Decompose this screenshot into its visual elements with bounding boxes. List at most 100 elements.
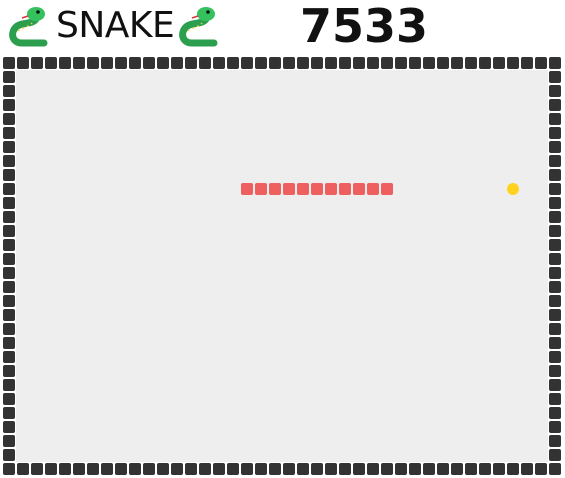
wall-block — [437, 57, 449, 69]
wall-block — [3, 309, 15, 321]
wall-block — [507, 463, 519, 475]
game-board[interactable] — [0, 54, 565, 478]
wall-block — [479, 463, 491, 475]
wall-block — [549, 127, 561, 139]
wall-block — [3, 99, 15, 111]
snake-icon — [179, 7, 218, 47]
wall-block — [87, 57, 99, 69]
wall-block — [129, 57, 141, 69]
header: SNAKE 7533 — [0, 0, 565, 52]
wall-block — [227, 463, 239, 475]
wall-block — [3, 155, 15, 167]
snake-segment — [367, 183, 379, 195]
wall-block — [549, 197, 561, 209]
wall-block — [549, 183, 561, 195]
wall-block — [549, 57, 561, 69]
wall-block — [549, 379, 561, 391]
wall-block — [535, 463, 547, 475]
wall-block — [3, 379, 15, 391]
wall-block — [549, 365, 561, 377]
wall-block — [3, 281, 15, 293]
wall-block — [241, 463, 253, 475]
wall-block — [17, 463, 29, 475]
wall-block — [3, 57, 15, 69]
wall-block — [311, 57, 323, 69]
snake-segment — [269, 183, 281, 195]
wall-block — [129, 463, 141, 475]
wall-block — [227, 57, 239, 69]
wall-block — [381, 463, 393, 475]
wall-block — [367, 57, 379, 69]
wall-block — [3, 449, 15, 461]
wall-block — [185, 463, 197, 475]
wall-block — [101, 463, 113, 475]
wall-block — [437, 463, 449, 475]
score-display: 7533 — [300, 0, 429, 53]
wall-block — [3, 435, 15, 447]
wall-block — [367, 463, 379, 475]
wall-block — [213, 57, 225, 69]
wall-block — [3, 85, 15, 97]
wall-block — [17, 57, 29, 69]
wall-block — [3, 323, 15, 335]
wall-block — [3, 463, 15, 475]
game-canvas[interactable] — [0, 54, 565, 478]
wall-block — [269, 57, 281, 69]
wall-block — [3, 141, 15, 153]
wall-block — [3, 267, 15, 279]
wall-block — [549, 211, 561, 223]
wall-block — [409, 57, 421, 69]
wall-block — [3, 239, 15, 251]
wall-block — [143, 463, 155, 475]
wall-block — [381, 57, 393, 69]
snake-segment — [297, 183, 309, 195]
wall-block — [549, 267, 561, 279]
wall-block — [423, 57, 435, 69]
wall-block — [549, 225, 561, 237]
wall-block — [479, 57, 491, 69]
wall-block — [549, 113, 561, 125]
wall-block — [493, 463, 505, 475]
wall-block — [395, 57, 407, 69]
wall-block — [535, 57, 547, 69]
wall-block — [297, 57, 309, 69]
game-title: SNAKE — [56, 5, 175, 46]
snake-segment — [353, 183, 365, 195]
wall-block — [549, 253, 561, 265]
wall-block — [451, 57, 463, 69]
wall-block — [3, 197, 15, 209]
wall-block — [255, 463, 267, 475]
wall-block — [549, 99, 561, 111]
wall-block — [45, 57, 57, 69]
wall-block — [3, 183, 15, 195]
snake-segment — [255, 183, 267, 195]
snake-segment — [381, 183, 393, 195]
wall-block — [549, 393, 561, 405]
wall-block — [549, 309, 561, 321]
wall-block — [549, 407, 561, 419]
food-pellet — [507, 183, 519, 195]
wall-block — [101, 57, 113, 69]
wall-block — [73, 57, 85, 69]
wall-block — [73, 463, 85, 475]
wall-block — [31, 57, 43, 69]
snake-segment — [311, 183, 323, 195]
wall-block — [549, 239, 561, 251]
wall-block — [549, 351, 561, 363]
wall-block — [3, 393, 15, 405]
wall-block — [549, 141, 561, 153]
wall-block — [269, 463, 281, 475]
wall-block — [549, 155, 561, 167]
snake-segment — [283, 183, 295, 195]
wall-block — [339, 463, 351, 475]
wall-block — [465, 463, 477, 475]
wall-block — [3, 337, 15, 349]
wall-block — [549, 463, 561, 475]
wall-block — [3, 421, 15, 433]
wall-block — [241, 57, 253, 69]
wall-block — [171, 57, 183, 69]
wall-block — [59, 463, 71, 475]
wall-block — [325, 57, 337, 69]
wall-block — [199, 57, 211, 69]
wall-block — [3, 351, 15, 363]
